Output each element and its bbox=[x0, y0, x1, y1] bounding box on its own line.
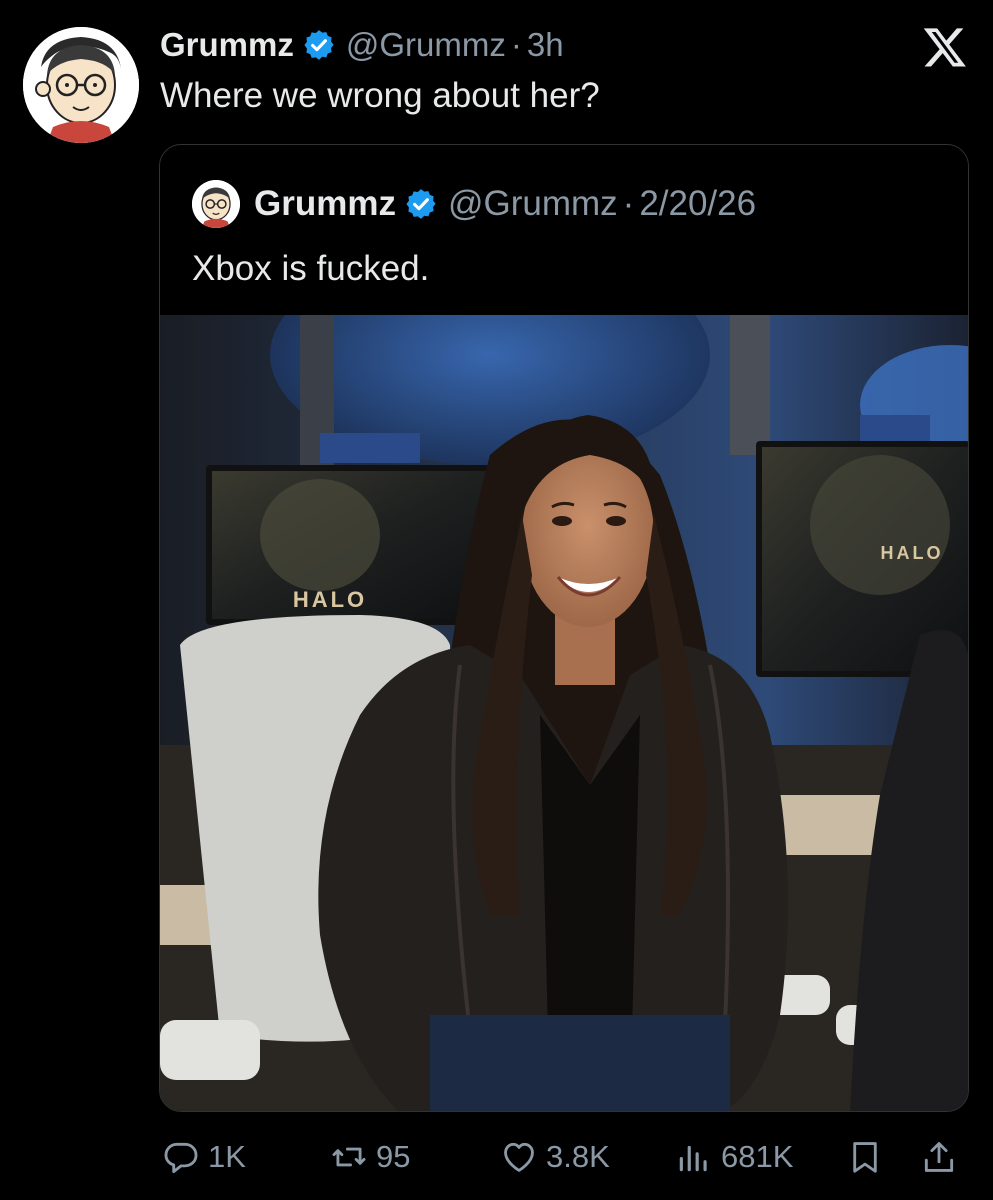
bookmark-button[interactable] bbox=[846, 1134, 884, 1180]
verified-badge-icon bbox=[304, 30, 334, 60]
quoted-tweet-text: Xbox is fucked. bbox=[192, 249, 430, 288]
quoted-tweet-header: Grummz @Grummz · 2/20/26 bbox=[192, 179, 756, 229]
views-count: 681K bbox=[721, 1139, 794, 1174]
share-button[interactable] bbox=[920, 1134, 958, 1180]
heart-icon bbox=[504, 1142, 534, 1172]
tweet-text: Where we wrong about her? bbox=[160, 76, 600, 115]
separator-dot: · bbox=[510, 26, 522, 63]
like-count: 3.8K bbox=[546, 1139, 610, 1174]
views-chart-icon bbox=[679, 1145, 707, 1172]
views-button[interactable]: 681K bbox=[675, 1134, 793, 1180]
retweet-icon bbox=[332, 1147, 366, 1167]
reply-count: 1K bbox=[208, 1139, 246, 1174]
bookmark-icon bbox=[853, 1142, 877, 1173]
monitor-logo-left: HALO bbox=[293, 587, 367, 612]
retweet-button[interactable]: 95 bbox=[330, 1134, 410, 1180]
quoted-tweet-date[interactable]: 2/20/26 bbox=[639, 184, 756, 224]
quoted-author-handle[interactable]: @Grummz bbox=[448, 184, 618, 224]
quoted-tweet-card[interactable]: Grummz @Grummz · 2/20/26 Xbox is fucked. bbox=[159, 144, 969, 1112]
tweet-timestamp[interactable]: 3h bbox=[527, 26, 564, 64]
separator-dot: · bbox=[622, 184, 635, 223]
tweet-action-bar: 1K 95 3.8K 681K bbox=[160, 1134, 970, 1180]
verified-badge-icon bbox=[406, 189, 436, 219]
monitor-logo-right: HALO bbox=[881, 543, 944, 563]
author-name[interactable]: Grummz bbox=[160, 26, 294, 64]
quoted-author-name[interactable]: Grummz bbox=[254, 184, 396, 224]
retweet-count: 95 bbox=[376, 1139, 411, 1174]
share-icon bbox=[924, 1142, 954, 1172]
quoted-author-avatar[interactable] bbox=[192, 180, 240, 228]
like-button[interactable]: 3.8K bbox=[500, 1134, 610, 1180]
cartoon-avatar-icon bbox=[192, 180, 240, 228]
author-handle[interactable]: @Grummz bbox=[346, 26, 506, 64]
quoted-tweet-photo[interactable]: HALO HALO bbox=[160, 315, 968, 1111]
x-logo-icon[interactable] bbox=[922, 24, 968, 70]
reply-icon bbox=[164, 1142, 198, 1173]
reply-button[interactable]: 1K bbox=[162, 1134, 246, 1180]
author-avatar[interactable] bbox=[23, 27, 139, 143]
cartoon-avatar-icon bbox=[23, 27, 139, 143]
office-portrait-image: HALO HALO bbox=[160, 315, 968, 1111]
tweet-header: Grummz @Grummz · 3h bbox=[160, 22, 564, 68]
